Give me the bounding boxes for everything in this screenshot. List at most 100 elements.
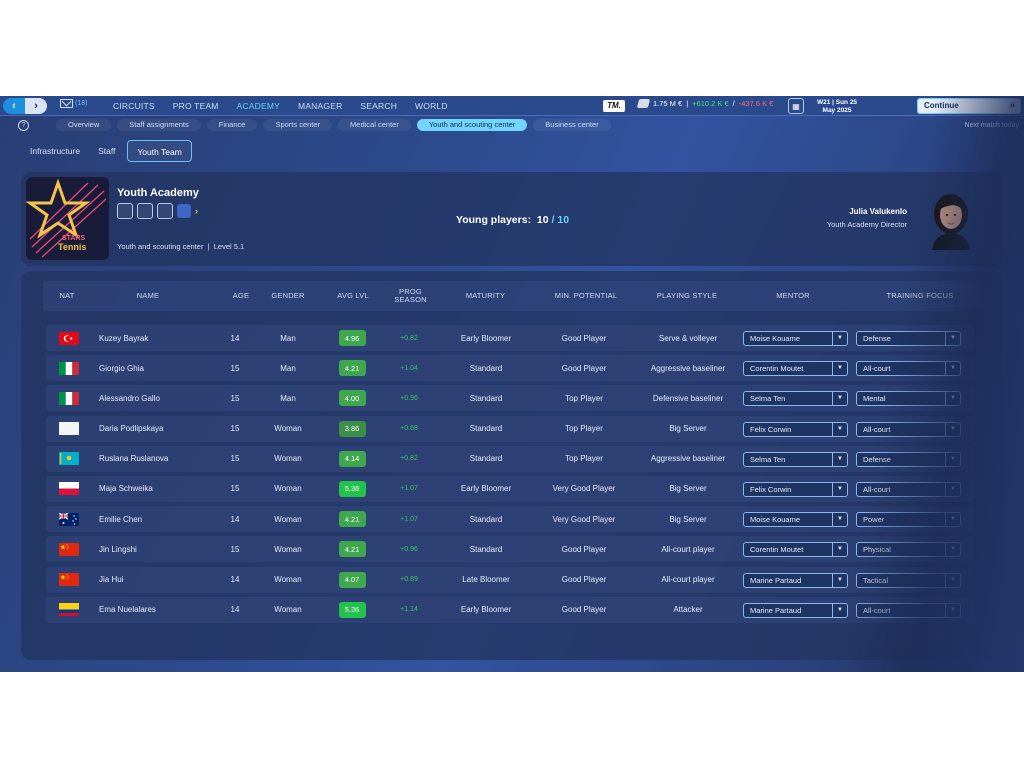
player-name[interactable]: Emilie Chen bbox=[99, 506, 142, 532]
mentor-value: Felix Corwin bbox=[750, 484, 792, 494]
mentor-select[interactable]: Moise Kouame ▼ bbox=[743, 331, 848, 346]
finances-summary[interactable]: 1.75 M € | +610.2 K € / -437.6 K € bbox=[636, 99, 774, 108]
mentor-select[interactable]: Felix Corwin ▼ bbox=[743, 421, 848, 437]
forward-arrow-icon[interactable]: › bbox=[25, 98, 47, 114]
italy-flag-icon bbox=[59, 361, 79, 375]
header-playing-style[interactable]: PLAYING STYLE bbox=[641, 281, 733, 311]
avg-level-cell: 4.21 bbox=[336, 506, 368, 532]
mentor-select[interactable]: Moise Kouame ▼ bbox=[743, 512, 848, 528]
calendar-icon[interactable]: ▦ bbox=[788, 98, 804, 114]
training-focus-select[interactable]: Physical ▼ bbox=[856, 542, 961, 558]
nav-item-manager[interactable]: MANAGER bbox=[289, 96, 351, 116]
mentor-select[interactable]: Marine Partaud ▼ bbox=[743, 572, 848, 588]
player-name[interactable]: Kuzey Bayrak bbox=[99, 325, 148, 351]
header-mentor[interactable]: MENTOR bbox=[738, 281, 848, 311]
training-focus-select[interactable]: Tactical ▼ bbox=[856, 572, 961, 588]
player-name[interactable]: Maja Schweika bbox=[99, 476, 153, 502]
training-focus-select[interactable]: All-court ▼ bbox=[856, 481, 961, 497]
player-name[interactable]: Giorgio Ghia bbox=[99, 355, 144, 381]
subnav-item-youth-and-scouting-center[interactable]: Youth and scouting center bbox=[416, 119, 528, 131]
table-row[interactable]: Alessandro Gallo 15 Man 4.00 +0.96 Standard To… bbox=[46, 385, 974, 412]
training-focus-select[interactable]: All-court ▼ bbox=[856, 361, 961, 377]
player-age: 14 bbox=[230, 514, 240, 524]
avg-level-cell: 4.21 bbox=[336, 536, 368, 562]
header-gender[interactable]: GENDER bbox=[263, 281, 313, 311]
player-gender: Woman bbox=[274, 575, 302, 584]
subnav-item-overview[interactable]: Overview bbox=[56, 119, 112, 131]
table-row[interactable]: Maja Schweika 15 Woman 5.36 +1.07 Early Bloom… bbox=[46, 475, 974, 502]
subnav-item-medical-center[interactable]: Medical center bbox=[338, 119, 411, 131]
training-focus-select[interactable]: Mental ▼ bbox=[856, 391, 961, 407]
continue-button[interactable]: Continue » bbox=[917, 98, 1021, 114]
header-name[interactable]: NAME bbox=[103, 281, 193, 311]
dropdown-caret-icon: ▼ bbox=[832, 543, 847, 557]
player-name[interactable]: Alessandro Gallo bbox=[99, 385, 160, 411]
expense: -437.6 K € bbox=[738, 99, 774, 108]
training-focus-select[interactable]: Defense ▼ bbox=[856, 331, 961, 346]
header-prog-season[interactable]: PROG SEASON bbox=[383, 281, 438, 311]
nat-cell bbox=[59, 567, 79, 593]
dropdown-caret-icon: ▼ bbox=[945, 513, 960, 527]
training-focus-select[interactable]: All-court ▼ bbox=[856, 421, 961, 437]
training-focus-select[interactable]: All-court ▼ bbox=[856, 602, 961, 618]
player-name[interactable]: Jin Lingshi bbox=[99, 536, 137, 562]
nav-item-circuits[interactable]: CIRCUITS bbox=[104, 96, 164, 116]
player-name[interactable]: Jia Hui bbox=[99, 567, 123, 593]
table-row[interactable]: Emilie Chen 14 Woman 4.21 +1.07 Standard Very … bbox=[46, 506, 974, 533]
progress-season: +0.82 bbox=[400, 334, 418, 342]
table-row[interactable]: Jia Hui 14 Woman 4.07 +0.89 Late Bloomer Good … bbox=[46, 566, 974, 593]
director-avatar[interactable] bbox=[926, 188, 976, 250]
table-row[interactable]: Daria Podlipskaya 15 Woman 3.86 +0.68 Standar… bbox=[46, 415, 974, 442]
min-potential: Very Good Player bbox=[552, 514, 616, 524]
balance: 1.75 M € bbox=[653, 99, 683, 108]
tab-staff[interactable]: Staff bbox=[92, 140, 121, 162]
header-maturity[interactable]: MATURITY bbox=[443, 281, 528, 311]
back-arrow-icon[interactable]: ‹ bbox=[3, 98, 25, 114]
tab-infrastructure[interactable]: Infrastructure bbox=[24, 140, 86, 162]
tab-youth-team[interactable]: Youth Team bbox=[127, 140, 192, 162]
progress-season: +0.82 bbox=[400, 455, 418, 463]
mentor-select[interactable]: Corentin Moutet ▼ bbox=[743, 542, 848, 558]
header-avg-lvl[interactable]: AVG LVL bbox=[328, 281, 378, 311]
academy-title: Youth Academy bbox=[117, 187, 199, 199]
maturity: Early Bloomer bbox=[460, 484, 512, 494]
player-name[interactable]: Ruslana Ruslanova bbox=[99, 446, 168, 472]
header-training-focus[interactable]: TRAINING FOCUS bbox=[865, 281, 975, 311]
nav-item-search[interactable]: SEARCH bbox=[351, 96, 406, 116]
chevron-right-icon[interactable]: › bbox=[195, 206, 198, 216]
subnav-item-sports-center[interactable]: Sports center bbox=[263, 119, 333, 131]
table-row[interactable]: Kuzey Bayrak 14 Man 4.96 +0.82 Early Bloomer G… bbox=[46, 325, 974, 351]
subnav-item-business-center[interactable]: Business center bbox=[533, 119, 611, 131]
avg-level-badge: 4.00 bbox=[338, 390, 366, 407]
mentor-select[interactable]: Selma Ten ▼ bbox=[743, 451, 848, 467]
mail-button[interactable]: (18) bbox=[60, 99, 87, 108]
mentor-select[interactable]: Corentin Moutet ▼ bbox=[743, 361, 848, 377]
playing-style: Aggressive baseliner bbox=[650, 363, 726, 373]
table-row[interactable]: Ruslana Ruslanova 15 Woman 4.14 +0.82 Standar… bbox=[46, 445, 974, 472]
training-focus-select[interactable]: Power ▼ bbox=[856, 512, 961, 528]
dropdown-caret-icon: ▼ bbox=[832, 332, 847, 345]
subnav-item-staff-assignments[interactable]: Staff assignments bbox=[117, 119, 201, 131]
header-nat[interactable]: NAT bbox=[43, 281, 91, 311]
mentor-select[interactable]: Selma Ten ▼ bbox=[743, 391, 848, 407]
player-name[interactable]: Ema Nuelalares bbox=[99, 597, 156, 623]
mentor-select[interactable]: Marine Partaud ▼ bbox=[743, 602, 848, 618]
nav-item-world[interactable]: WORLD bbox=[406, 96, 457, 116]
nav-item-pro-team[interactable]: PRO TEAM bbox=[164, 96, 228, 116]
mail-icon bbox=[60, 99, 73, 108]
nav-item-academy[interactable]: ACADEMY bbox=[228, 96, 289, 116]
table-row[interactable]: Jin Lingshi 15 Woman 4.21 +0.96 Standard Good … bbox=[46, 536, 974, 563]
help-icon[interactable]: ? bbox=[18, 120, 29, 131]
avg-level-badge: 3.86 bbox=[338, 420, 366, 437]
table-row[interactable]: Giorgio Ghia 15 Man 4.21 +1.04 Standard Good P… bbox=[46, 355, 974, 382]
header-min-potential[interactable]: MIN. POTENTIAL bbox=[541, 281, 631, 311]
training-focus-select[interactable]: Defense ▼ bbox=[856, 451, 961, 467]
table-row[interactable]: Ema Nuelalares 14 Woman 5.36 +1.14 Early Bloo… bbox=[46, 596, 974, 623]
player-age: 15 bbox=[230, 544, 240, 554]
header-age[interactable]: AGE bbox=[221, 281, 261, 311]
nat-cell bbox=[59, 446, 79, 472]
subnav-item-finance[interactable]: Finance bbox=[206, 119, 258, 131]
nat-cell bbox=[59, 385, 79, 411]
mentor-select[interactable]: Felix Corwin ▼ bbox=[743, 481, 848, 497]
player-name[interactable]: Daria Podlipskaya bbox=[99, 416, 163, 442]
